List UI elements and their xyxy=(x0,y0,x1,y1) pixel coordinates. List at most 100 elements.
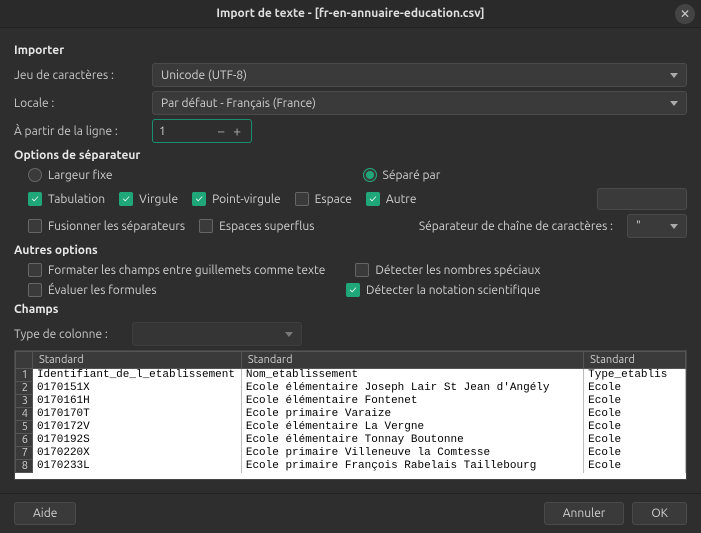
label-locale: Locale : xyxy=(14,97,144,110)
check-icon xyxy=(366,192,380,206)
chk-quoted-text-label: Formater les champs entre guillemets com… xyxy=(48,264,325,277)
radio-separated-by-label: Séparé par xyxy=(383,169,441,182)
spin-minus-icon[interactable]: − xyxy=(213,123,229,139)
row-number: 1 xyxy=(16,369,33,382)
close-button[interactable]: ✕ xyxy=(675,4,695,24)
chk-space[interactable]: Espace xyxy=(295,192,352,206)
window-title: Import de texte - [fr-en-annuaire-educat… xyxy=(216,7,484,20)
cell: Ecole élémentaire La Vergne xyxy=(241,421,583,434)
radio-icon xyxy=(363,168,377,182)
other-separator-input[interactable] xyxy=(597,188,687,210)
cell: Type_etablis xyxy=(584,369,686,382)
spin-plus-icon[interactable]: + xyxy=(229,123,245,139)
cell: Ecole élémentaire Fontenet xyxy=(241,395,583,408)
chk-semicolon[interactable]: Point-virgule xyxy=(192,192,281,206)
cell: 0170172V xyxy=(32,421,241,434)
chk-other-label: Autre xyxy=(386,193,417,206)
section-otheropts: Autres options xyxy=(14,244,687,257)
cell: Ecole primaire François Rabelais Tailleb… xyxy=(241,460,583,473)
chk-other[interactable]: Autre xyxy=(366,192,417,206)
label-coltype: Type de colonne : xyxy=(14,328,124,341)
cell: Ecole xyxy=(584,434,686,447)
table-row[interactable]: 40170170TEcole primaire VaraizeEcole xyxy=(16,408,686,421)
chk-trim[interactable]: Espaces superflus xyxy=(199,219,314,233)
preview-grid[interactable]: StandardStandardStandard 1Identifiant_de… xyxy=(14,350,687,480)
section-sepopts: Options de séparateur xyxy=(14,149,687,162)
row-number: 7 xyxy=(16,447,33,460)
locale-value: Par défaut - Français (France) xyxy=(161,97,316,110)
chk-merge[interactable]: Fusionner les séparateurs xyxy=(28,219,185,233)
cell: Ecole primaire Villeneuve la Comtesse xyxy=(241,447,583,460)
table-row[interactable]: 50170172VEcole élémentaire La VergneEcol… xyxy=(16,421,686,434)
table-row[interactable]: 30170161HEcole élémentaire FontenetEcole xyxy=(16,395,686,408)
check-icon xyxy=(355,263,369,277)
chk-trim-label: Espaces superflus xyxy=(219,220,314,233)
ok-button[interactable]: OK xyxy=(632,502,687,525)
radio-icon xyxy=(28,168,42,182)
charset-dropdown[interactable]: Unicode (UTF-8) xyxy=(152,63,687,87)
chk-special-numbers[interactable]: Détecter les nombres spéciaux xyxy=(355,263,540,277)
check-icon xyxy=(28,219,42,233)
check-icon xyxy=(346,283,360,297)
cell: Ecole élémentaire Tonnay Boutonne xyxy=(241,434,583,447)
cell: Ecole xyxy=(584,382,686,395)
cell: Ecole xyxy=(584,421,686,434)
radio-separated-by[interactable]: Séparé par xyxy=(363,168,441,182)
row-number: 6 xyxy=(16,434,33,447)
label-charset: Jeu de caractères : xyxy=(14,69,144,82)
cell: Nom_etablissement xyxy=(241,369,583,382)
row-number: 2 xyxy=(16,382,33,395)
chk-special-numbers-label: Détecter les nombres spéciaux xyxy=(375,264,540,277)
table-row[interactable]: 60170192SEcole élémentaire Tonnay Bouton… xyxy=(16,434,686,447)
section-fields: Champs xyxy=(14,303,687,316)
row-number: 5 xyxy=(16,421,33,434)
from-row-value: 1 xyxy=(159,125,213,138)
chk-space-label: Espace xyxy=(315,193,352,206)
column-header[interactable]: Standard xyxy=(241,352,583,369)
coltype-dropdown[interactable] xyxy=(132,322,302,346)
check-icon xyxy=(295,192,309,206)
label-stringdelim: Séparateur de chaîne de caractères : xyxy=(419,220,613,233)
chk-semicolon-label: Point-virgule xyxy=(212,193,281,206)
chk-eval-formulas-label: Évaluer les formules xyxy=(48,284,157,297)
table-row[interactable]: 20170151XEcole élémentaire Joseph Lair S… xyxy=(16,382,686,395)
table-row[interactable]: 80170233LEcole primaire François Rabelai… xyxy=(16,460,686,473)
cell: 0170233L xyxy=(32,460,241,473)
chk-eval-formulas[interactable]: Évaluer les formules xyxy=(28,283,316,297)
check-icon xyxy=(28,263,42,277)
cell: 0170161H xyxy=(32,395,241,408)
locale-dropdown[interactable]: Par défaut - Français (France) xyxy=(152,91,687,115)
charset-value: Unicode (UTF-8) xyxy=(161,69,247,82)
cell: Identifiant_de_l_etablissement xyxy=(32,369,241,382)
chk-quoted-text[interactable]: Formater les champs entre guillemets com… xyxy=(28,263,325,277)
table-row[interactable]: 70170220XEcole primaire Villeneuve la Co… xyxy=(16,447,686,460)
chk-comma[interactable]: Virgule xyxy=(119,192,178,206)
close-icon: ✕ xyxy=(680,7,690,21)
cell: Ecole xyxy=(584,408,686,421)
from-row-spinbox[interactable]: 1 − + xyxy=(152,119,252,143)
cancel-button[interactable]: Annuler xyxy=(544,502,625,525)
check-icon xyxy=(28,283,42,297)
cell: Ecole xyxy=(584,460,686,473)
titlebar: Import de texte - [fr-en-annuaire-educat… xyxy=(0,0,701,28)
table-row[interactable]: 1Identifiant_de_l_etablissementNom_etabl… xyxy=(16,369,686,382)
column-header[interactable]: Standard xyxy=(32,352,241,369)
dialog-footer: Aide Annuler OK xyxy=(0,493,701,533)
help-button[interactable]: Aide xyxy=(14,502,76,525)
cell: 0170170T xyxy=(32,408,241,421)
chk-scientific[interactable]: Détecter la notation scientifique xyxy=(346,283,540,297)
label-fromrow: À partir de la ligne : xyxy=(14,125,144,138)
radio-fixed-width[interactable]: Largeur fixe xyxy=(28,168,113,182)
check-icon xyxy=(119,192,133,206)
radio-fixed-width-label: Largeur fixe xyxy=(48,169,113,182)
cell: 0170220X xyxy=(32,447,241,460)
cell: Ecole xyxy=(584,395,686,408)
chk-merge-label: Fusionner les séparateurs xyxy=(48,220,185,233)
row-number: 3 xyxy=(16,395,33,408)
cell: 0170192S xyxy=(32,434,241,447)
chk-tab[interactable]: Tabulation xyxy=(28,192,105,206)
string-delimiter-dropdown[interactable]: " xyxy=(627,214,687,238)
cell: 0170151X xyxy=(32,382,241,395)
column-header[interactable]: Standard xyxy=(584,352,686,369)
chk-comma-label: Virgule xyxy=(139,193,178,206)
